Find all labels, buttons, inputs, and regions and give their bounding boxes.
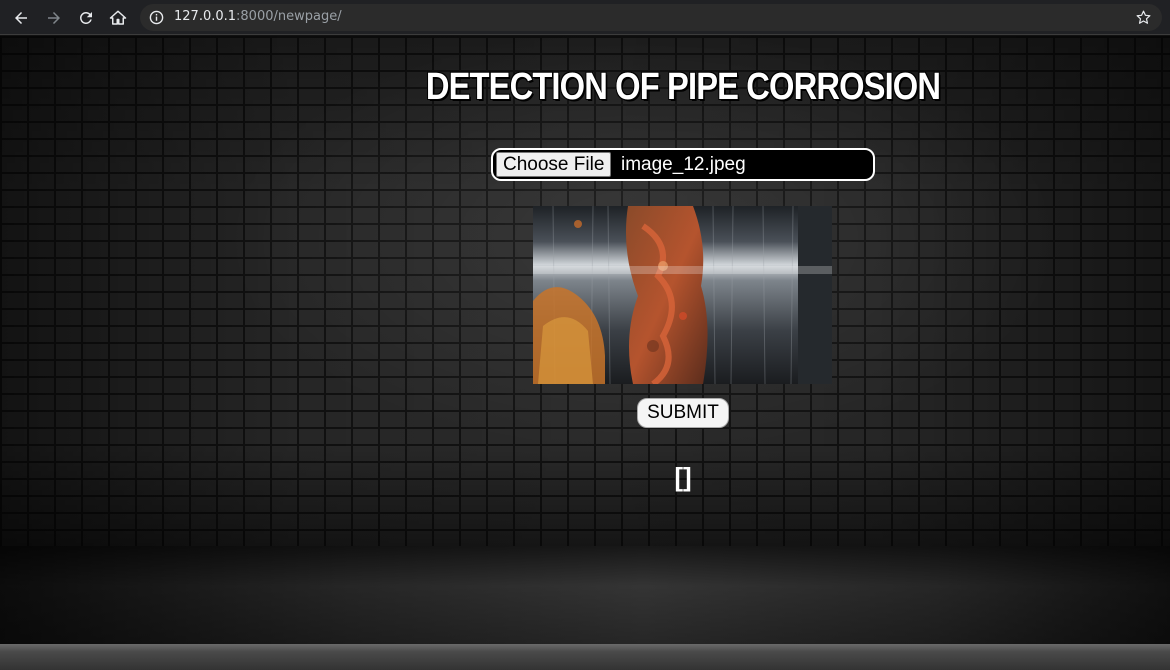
address-bar[interactable]: 127.0.0.1:8000/newpage/ [140,4,1162,31]
url-path: :8000/newpage/ [236,9,342,24]
reload-icon[interactable] [74,6,98,30]
page-title: DETECTION OF PIPE CORROSION [425,66,941,108]
url-text[interactable]: 127.0.0.1:8000/newpage/ [174,9,342,24]
file-upload-input[interactable]: Choose File image_12.jpeg [491,148,875,181]
star-icon[interactable] [1135,9,1152,26]
back-arrow-icon[interactable] [9,6,33,30]
floor-background [0,546,1170,646]
choose-file-button[interactable]: Choose File [496,152,612,177]
uploaded-image-preview [533,206,832,384]
browser-toolbar: 127.0.0.1:8000/newpage/ [0,0,1170,35]
prediction-result: [] [674,462,692,492]
home-icon[interactable] [106,6,130,30]
pipe-photo-image [533,206,832,384]
selected-file-name: image_12.jpeg [621,154,746,175]
submit-button[interactable]: SUBMIT [637,398,729,428]
url-host: 127.0.0.1 [174,9,237,24]
page-viewport: DETECTION OF PIPE CORROSION Choose File … [0,36,1170,670]
info-icon[interactable] [149,10,164,25]
forward-arrow-icon[interactable] [42,6,66,30]
curb-background [0,644,1170,670]
